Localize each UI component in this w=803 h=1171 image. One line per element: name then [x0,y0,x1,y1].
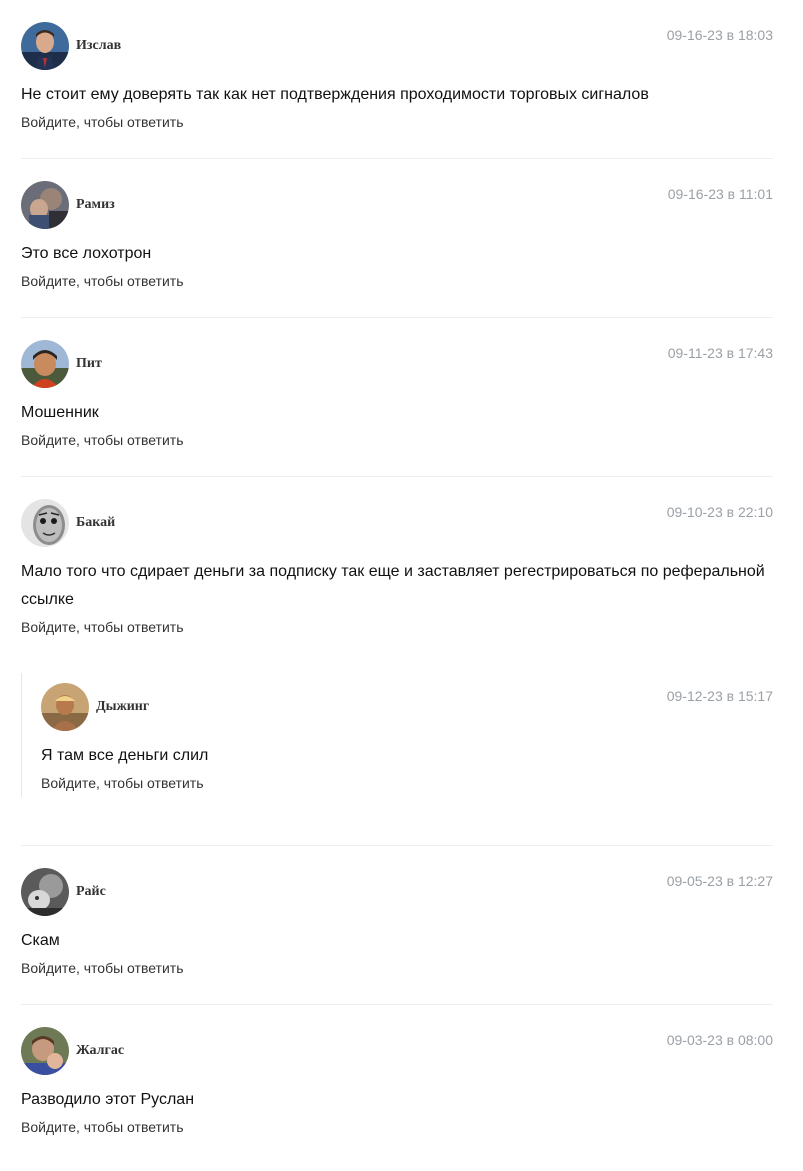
login-to-reply-link[interactable]: Войдите, чтобы ответить [21,958,184,978]
avatar-icon [21,22,69,70]
comment-text: Мало того что сдирает деньги за подписку… [21,563,765,608]
comment-text: Скам [21,932,60,949]
comment-date: 09-12-23 в 15:17 [666,688,773,704]
comment-date: 09-05-23 в 12:27 [666,873,773,889]
avatar-icon [21,181,69,229]
login-to-reply-link[interactable]: Войдите, чтобы ответить [21,112,184,132]
comment-header: Дыжинг 09-12-23 в 15:17 [41,683,773,731]
comment-date: 09-11-23 в 17:43 [667,345,773,361]
comment-item: Бакай 09-10-23 в 22:10 Мало того что сди… [21,477,773,846]
avatar[interactable] [21,181,69,229]
replies-thread: Дыжинг 09-12-23 в 15:17 Я там все деньги… [21,673,773,797]
comment-author[interactable]: Изслав [76,38,121,54]
avatar-icon [21,868,69,916]
comment-author[interactable]: Дыжинг [96,699,149,715]
comment-text: Мошенник [21,404,99,421]
avatar[interactable] [21,340,69,388]
comment-author[interactable]: Жалгас [76,1043,124,1059]
comment-item: Жалгас 09-03-23 в 08:00 Разводило этот Р… [21,1005,773,1163]
comment-header: Райс 09-05-23 в 12:27 [21,868,773,916]
avatar-icon [21,340,69,388]
avatar[interactable] [21,868,69,916]
comment-text: Разводило этот Руслан [21,1091,195,1108]
comment-item: Изслав 09-16-23 в 18:03 Не стоит ему дов… [21,0,773,159]
login-to-reply-link[interactable]: Войдите, чтобы ответить [21,1117,184,1137]
login-to-reply-link[interactable]: Войдите, чтобы ответить [21,617,184,637]
comment-text: Я там все деньги слил [41,747,209,764]
comment-item: Рамиз 09-16-23 в 11:01 Это все лохотрон … [21,159,773,318]
login-to-reply-link[interactable]: Войдите, чтобы ответить [41,773,204,793]
comment-date: 09-16-23 в 18:03 [666,27,773,43]
comment-author[interactable]: Бакай [76,515,115,531]
comment-author[interactable]: Рамиз [76,197,115,213]
comment-date: 09-03-23 в 08:00 [666,1032,773,1048]
comment-author[interactable]: Райс [76,884,106,900]
comment-date: 09-10-23 в 22:10 [666,504,773,520]
reply-item: Дыжинг 09-12-23 в 15:17 Я там все деньги… [41,673,773,793]
avatar[interactable] [41,683,89,731]
comment-text: Это все лохотрон [21,245,152,262]
avatar[interactable] [21,1027,69,1075]
avatar[interactable] [21,499,69,547]
comment-header: Изслав 09-16-23 в 18:03 [21,22,773,70]
avatar-icon [21,1027,69,1075]
login-to-reply-link[interactable]: Войдите, чтобы ответить [21,271,184,291]
avatar-icon [21,499,69,547]
comment-text: Не стоит ему доверять так как нет подтве… [21,86,649,103]
avatar-icon [41,683,89,731]
comment-header: Пит 09-11-23 в 17:43 [21,340,773,388]
comment-item: Пит 09-11-23 в 17:43 Мошенник Войдите, ч… [21,318,773,477]
login-to-reply-link[interactable]: Войдите, чтобы ответить [21,430,184,450]
comment-author[interactable]: Пит [76,356,102,372]
avatar[interactable] [21,22,69,70]
comment-header: Рамиз 09-16-23 в 11:01 [21,181,773,229]
comment-header: Жалгас 09-03-23 в 08:00 [21,1027,773,1075]
comment-item: Райс 09-05-23 в 12:27 Скам Войдите, чтоб… [21,846,773,1005]
comment-header: Бакай 09-10-23 в 22:10 [21,499,773,547]
comments-list: Изслав 09-16-23 в 18:03 Не стоит ему дов… [21,0,773,1163]
comment-date: 09-16-23 в 11:01 [667,186,773,202]
